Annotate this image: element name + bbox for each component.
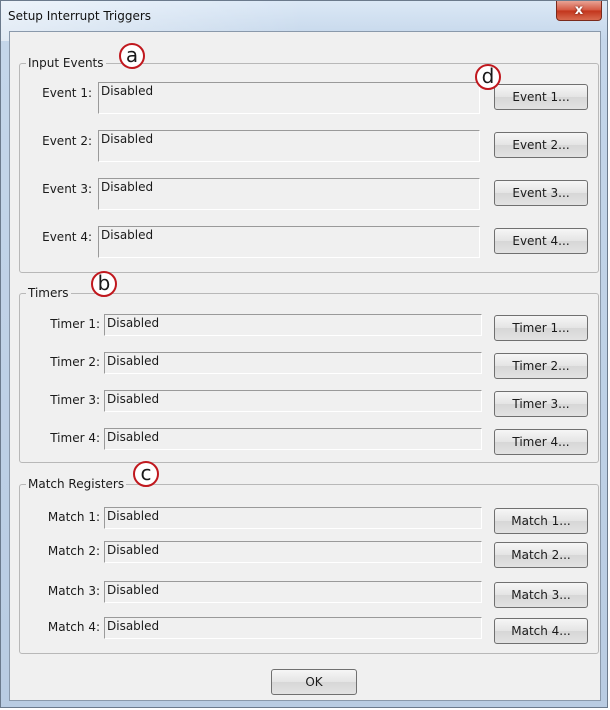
match-3-label: Match 3:	[47, 584, 100, 598]
timer-2-label: Timer 2:	[50, 355, 100, 369]
match-2-label: Match 2:	[47, 544, 100, 558]
match-1-button[interactable]: Match 1...	[494, 508, 588, 534]
event-3-label: Event 3:	[42, 182, 92, 196]
timer-2-value-field: Disabled	[104, 352, 482, 374]
event-3-value-field: Disabled	[98, 178, 480, 210]
event-2-button[interactable]: Event 2...	[494, 132, 588, 158]
event-4-row: Event 4: Disabled Event 4...	[20, 226, 598, 260]
timer-4-value-field: Disabled	[104, 428, 482, 450]
timer-3-label: Timer 3:	[50, 393, 100, 407]
timer-3-row: Timer 3: Disabled Timer 3...	[20, 390, 598, 424]
match-1-row: Match 1: Disabled Match 1...	[20, 507, 598, 541]
match-1-value-field: Disabled	[104, 507, 482, 529]
callout-b-letter: b	[97, 270, 111, 295]
event-2-value: Disabled	[101, 132, 154, 146]
event-3-row: Event 3: Disabled Event 3...	[20, 178, 598, 212]
event-1-button[interactable]: Event 1...	[494, 84, 588, 110]
event-3-button[interactable]: Event 3...	[494, 180, 588, 206]
event-1-label: Event 1:	[42, 86, 92, 100]
match-4-button[interactable]: Match 4...	[494, 618, 588, 644]
callout-d-marker: d	[475, 64, 501, 90]
timer-1-value: Disabled	[107, 316, 160, 330]
timer-2-button[interactable]: Timer 2...	[494, 353, 588, 379]
match-3-value: Disabled	[107, 583, 160, 597]
close-button[interactable]: x	[556, 1, 602, 21]
timer-4-value: Disabled	[107, 430, 160, 444]
event-3-value: Disabled	[101, 180, 154, 194]
close-icon: x	[574, 3, 584, 18]
match-1-label: Match 1:	[47, 510, 100, 524]
callout-c-marker: c	[133, 461, 159, 487]
match-registers-legend: Match Registers	[26, 477, 127, 491]
timer-3-value: Disabled	[107, 392, 160, 406]
event-1-row: Event 1: Disabled Event 1...	[20, 82, 598, 116]
match-2-value-field: Disabled	[104, 541, 482, 563]
timer-1-value-field: Disabled	[104, 314, 482, 336]
event-4-button[interactable]: Event 4...	[494, 228, 588, 254]
input-events-group: Input Events Event 1: Disabled Event 1..…	[19, 56, 599, 273]
event-4-value: Disabled	[101, 228, 154, 242]
event-4-value-field: Disabled	[98, 226, 480, 258]
ok-button[interactable]: OK	[271, 669, 357, 695]
match-4-value: Disabled	[107, 619, 160, 633]
event-2-value-field: Disabled	[98, 130, 480, 162]
match-3-button[interactable]: Match 3...	[494, 582, 588, 608]
callout-d-letter: d	[481, 63, 495, 88]
timer-4-label: Timer 4:	[50, 431, 100, 445]
timers-legend: Timers	[26, 286, 71, 300]
callout-c-letter: c	[140, 460, 152, 485]
match-3-value-field: Disabled	[104, 581, 482, 603]
callout-a-marker: a	[119, 43, 145, 69]
timer-2-row: Timer 2: Disabled Timer 2...	[20, 352, 598, 386]
timer-3-value-field: Disabled	[104, 390, 482, 412]
match-2-button[interactable]: Match 2...	[494, 542, 588, 568]
window-title: Setup Interrupt Triggers	[8, 9, 152, 23]
callout-b-marker: b	[91, 271, 117, 297]
callout-a-letter: a	[125, 42, 139, 67]
timer-3-button[interactable]: Timer 3...	[494, 391, 588, 417]
event-1-value: Disabled	[101, 84, 154, 98]
match-4-row: Match 4: Disabled Match 4...	[20, 617, 598, 651]
event-2-row: Event 2: Disabled Event 2...	[20, 130, 598, 164]
timer-1-button[interactable]: Timer 1...	[494, 315, 588, 341]
match-4-label: Match 4:	[47, 620, 100, 634]
match-4-value-field: Disabled	[104, 617, 482, 639]
event-4-label: Event 4:	[42, 230, 92, 244]
match-2-row: Match 2: Disabled Match 2...	[20, 541, 598, 575]
match-1-value: Disabled	[107, 509, 160, 523]
match-3-row: Match 3: Disabled Match 3...	[20, 581, 598, 615]
timer-2-value: Disabled	[107, 354, 160, 368]
event-1-value-field: Disabled	[98, 82, 480, 114]
timer-4-button[interactable]: Timer 4...	[494, 429, 588, 455]
timer-1-row: Timer 1: Disabled Timer 1...	[20, 314, 598, 348]
dialog-window: Setup Interrupt Triggers x Input Events …	[0, 0, 608, 708]
match-registers-group: Match Registers Match 1: Disabled Match …	[19, 477, 599, 654]
match-2-value: Disabled	[107, 543, 160, 557]
event-2-label: Event 2:	[42, 134, 92, 148]
timer-1-label: Timer 1:	[50, 317, 100, 331]
title-bar[interactable]: Setup Interrupt Triggers x	[1, 1, 609, 31]
input-events-legend: Input Events	[26, 56, 106, 70]
timer-4-row: Timer 4: Disabled Timer 4...	[20, 428, 598, 462]
timers-group: Timers Timer 1: Disabled Timer 1... Time…	[19, 286, 599, 463]
